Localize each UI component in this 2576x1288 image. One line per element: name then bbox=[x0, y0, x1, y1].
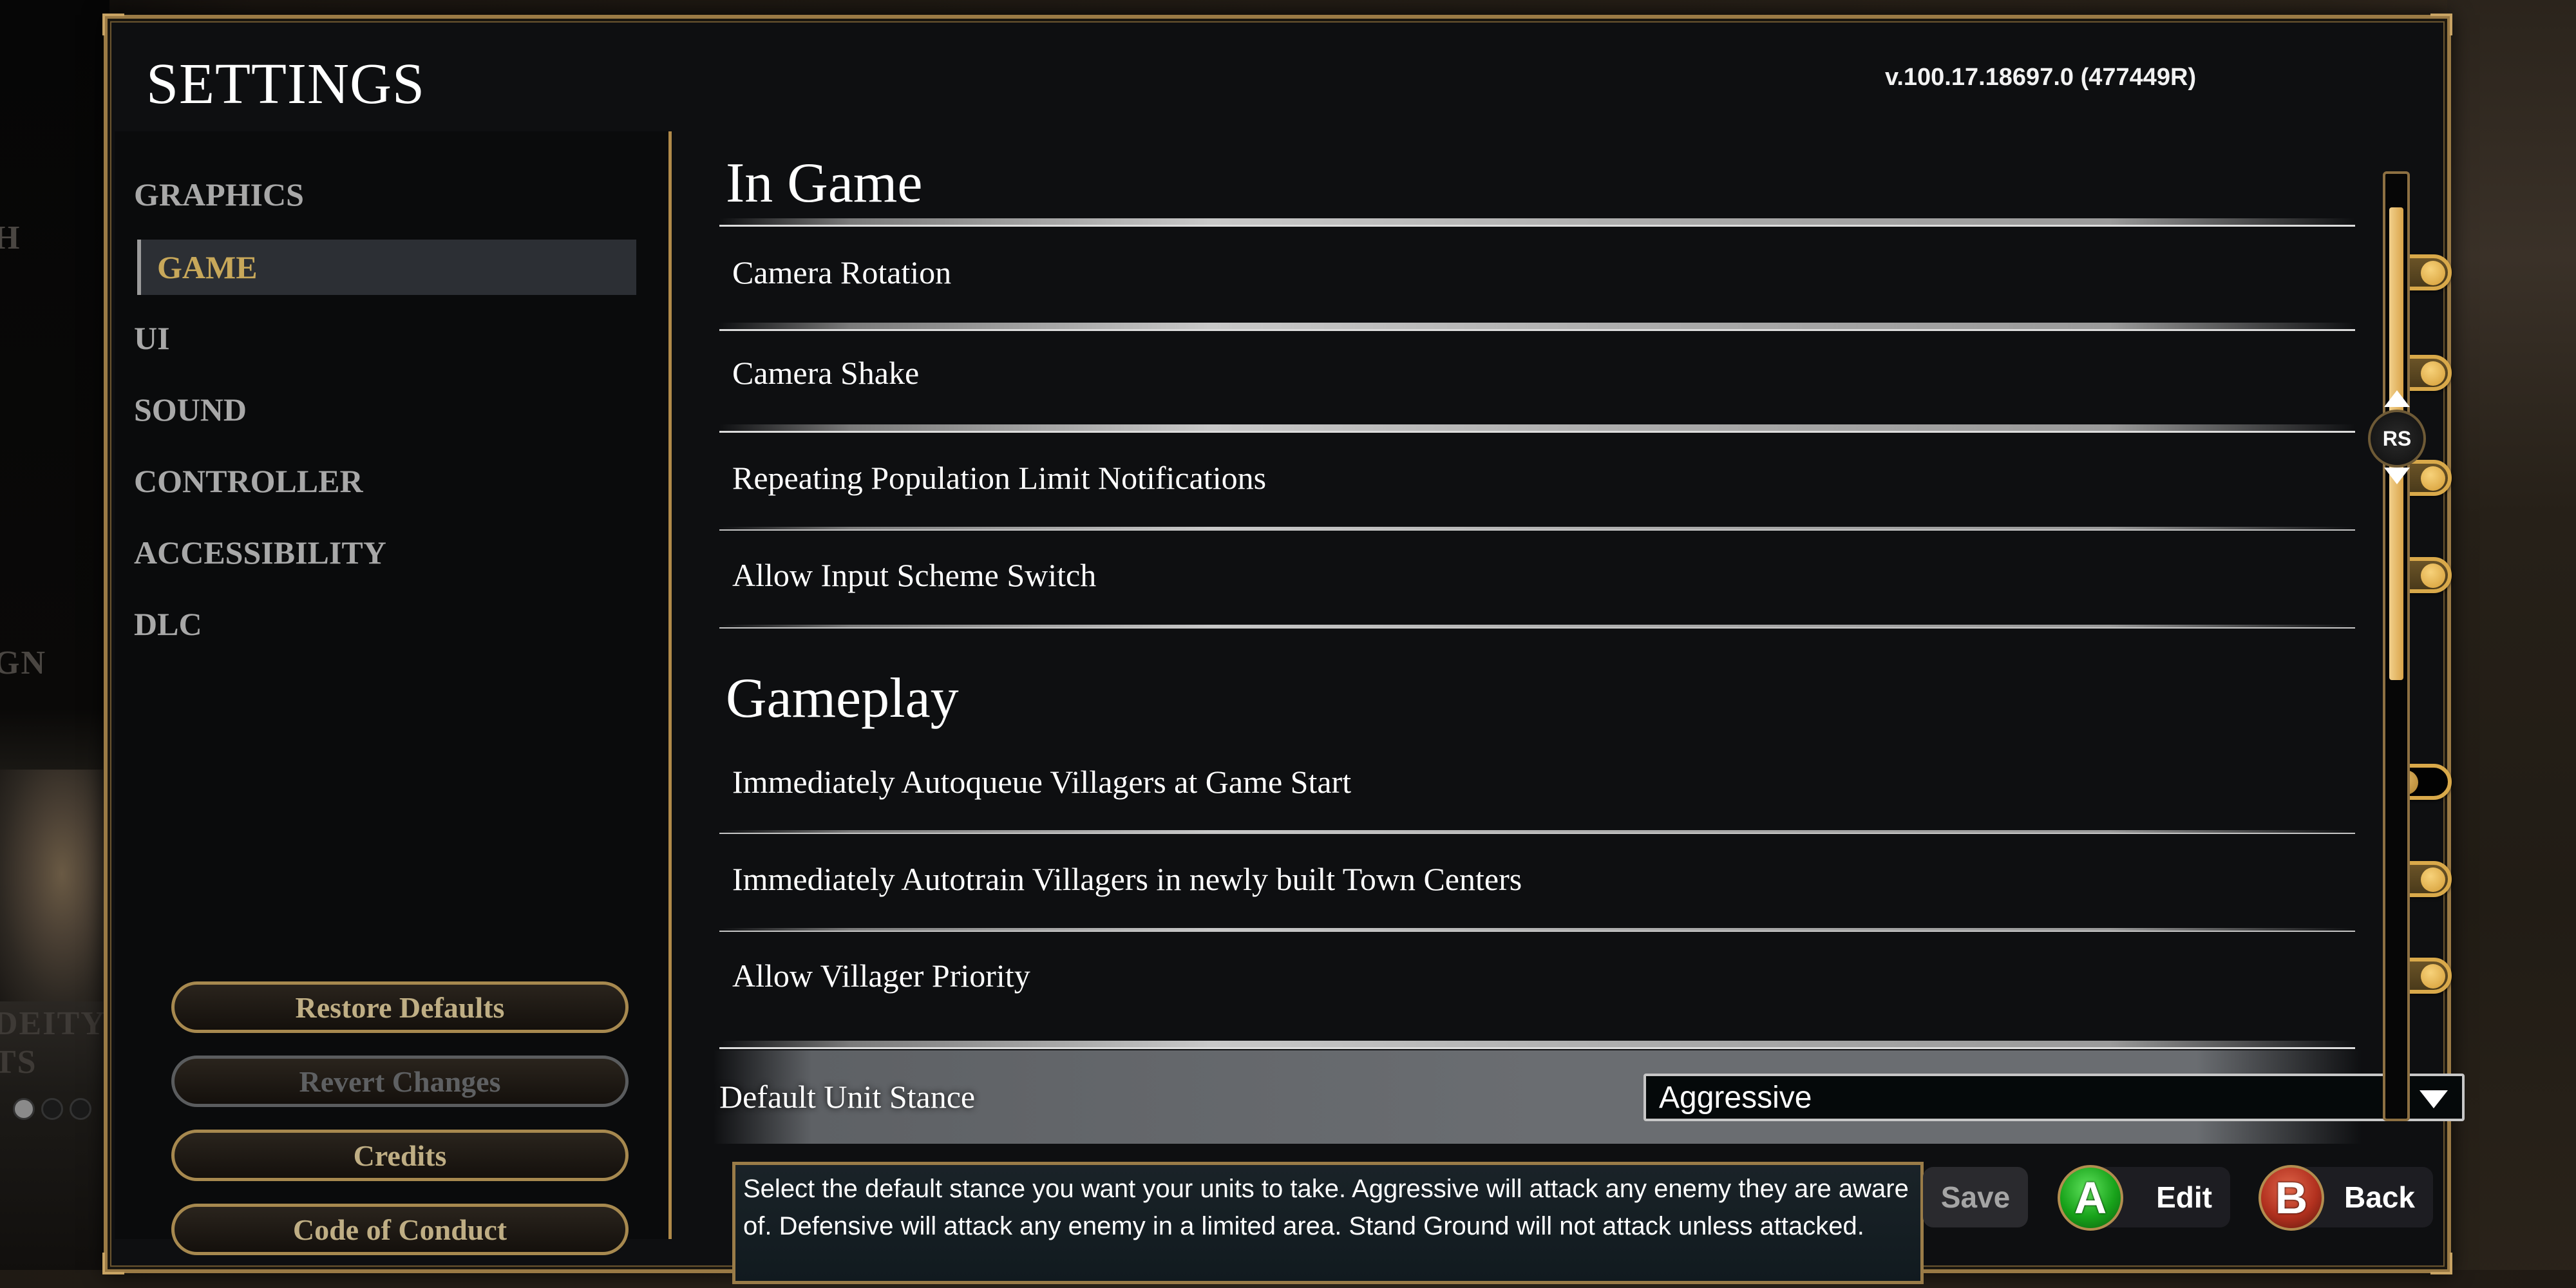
setting-description-tooltip: Select the default stance you want your … bbox=[732, 1162, 1924, 1284]
carousel-dot bbox=[13, 1098, 35, 1120]
frame-ornament bbox=[2430, 14, 2452, 35]
setting-label-input-scheme-switch: Allow Input Scheme Switch bbox=[732, 557, 1097, 593]
setting-label-autoqueue-villagers: Immediately Autoqueue Villagers at Game … bbox=[732, 764, 1352, 800]
sidebar-item-controller[interactable]: CONTROLLER bbox=[115, 453, 617, 509]
row-divider bbox=[719, 527, 2355, 531]
setting-label-population-notifications: Repeating Population Limit Notifications bbox=[732, 460, 1267, 496]
background-label: GN bbox=[0, 645, 46, 681]
a-button-icon: A bbox=[2058, 1165, 2123, 1231]
frame-ornament bbox=[102, 1253, 124, 1274]
page-title: SETTINGS bbox=[146, 52, 425, 116]
section-heading-in-game: In Game bbox=[726, 152, 923, 214]
rs-label: RS bbox=[2382, 426, 2412, 450]
background-label: TS bbox=[0, 1044, 37, 1081]
background-label: H bbox=[0, 220, 21, 256]
deity-portrait bbox=[0, 770, 103, 1001]
setting-label-camera-shake: Camera Shake bbox=[732, 355, 920, 391]
sidebar-item-dlc[interactable]: DLC bbox=[115, 596, 617, 652]
background-left-menu: H GN DEITY TS bbox=[0, 0, 109, 1288]
carousel-dot bbox=[41, 1098, 63, 1120]
carousel-dots bbox=[13, 1098, 91, 1120]
b-button-icon: B bbox=[2259, 1165, 2324, 1231]
toggle-knob bbox=[2421, 564, 2445, 588]
row-divider bbox=[719, 928, 2355, 932]
settings-sidebar: GRAPHICS GAME UI SOUND CONTROLLER ACCESS… bbox=[115, 131, 672, 1255]
setting-label-villager-priority: Allow Villager Priority bbox=[732, 958, 1030, 994]
sidebar-item-sound[interactable]: SOUND bbox=[115, 382, 617, 437]
row-divider bbox=[719, 424, 2355, 433]
background-label: DEITY bbox=[0, 1005, 106, 1042]
default-unit-stance-dropdown[interactable]: Aggressive bbox=[1643, 1074, 2465, 1121]
row-divider bbox=[719, 625, 2355, 629]
content-scrollbar[interactable] bbox=[2383, 171, 2410, 1121]
settings-dialog: SETTINGS v.100.17.18697.0 (477449R) GRAP… bbox=[102, 14, 2465, 1284]
default-unit-stance-row[interactable]: Default Unit Stance Aggressive bbox=[713, 1050, 2465, 1144]
row-divider bbox=[719, 323, 2355, 331]
toggle-knob bbox=[2421, 261, 2445, 285]
back-label: Back bbox=[2344, 1180, 2415, 1214]
settings-content: In Game Camera Rotation Camera Shake Rep… bbox=[713, 131, 2465, 1149]
toggle-knob bbox=[2421, 964, 2445, 989]
version-label: v.100.17.18697.0 (477449R) bbox=[1885, 64, 2197, 91]
sidebar-item-game[interactable]: GAME bbox=[137, 240, 636, 295]
toggle-knob bbox=[2421, 466, 2445, 491]
row-divider bbox=[719, 830, 2355, 834]
default-unit-stance-label: Default Unit Stance bbox=[719, 1079, 976, 1115]
save-button[interactable]: Save bbox=[1923, 1167, 2028, 1227]
toggle-knob bbox=[2421, 867, 2445, 892]
edit-label: Edit bbox=[2156, 1180, 2212, 1214]
row-divider bbox=[719, 1041, 2355, 1049]
sidebar-item-ui[interactable]: UI bbox=[115, 310, 617, 366]
restore-defaults-button[interactable]: Restore Defaults bbox=[171, 981, 629, 1033]
background-scene bbox=[2447, 0, 2576, 1288]
frame-ornament bbox=[2430, 1253, 2452, 1274]
section-divider bbox=[719, 218, 2355, 227]
section-heading-gameplay: Gameplay bbox=[726, 667, 959, 730]
chevron-down-icon bbox=[2420, 1090, 2448, 1108]
sidebar-item-accessibility[interactable]: ACCESSIBILITY bbox=[115, 525, 617, 580]
setting-label-autotrain-villagers: Immediately Autotrain Villagers in newly… bbox=[732, 861, 1522, 897]
revert-changes-button[interactable]: Revert Changes bbox=[171, 1056, 629, 1107]
frame-ornament bbox=[102, 14, 124, 35]
dropdown-selected-value: Aggressive bbox=[1659, 1080, 1812, 1115]
code-of-conduct-button[interactable]: Code of Conduct bbox=[171, 1204, 629, 1255]
sidebar-item-graphics[interactable]: GRAPHICS bbox=[115, 167, 617, 222]
credits-button[interactable]: Credits bbox=[171, 1130, 629, 1181]
carousel-dot bbox=[70, 1098, 91, 1120]
arrow-up-icon bbox=[2384, 390, 2410, 407]
toggle-knob bbox=[2421, 361, 2445, 386]
arrow-down-icon bbox=[2384, 468, 2410, 484]
right-stick-scroll-handle[interactable]: RS bbox=[2368, 410, 2426, 468]
setting-label-camera-rotation: Camera Rotation bbox=[732, 254, 952, 290]
